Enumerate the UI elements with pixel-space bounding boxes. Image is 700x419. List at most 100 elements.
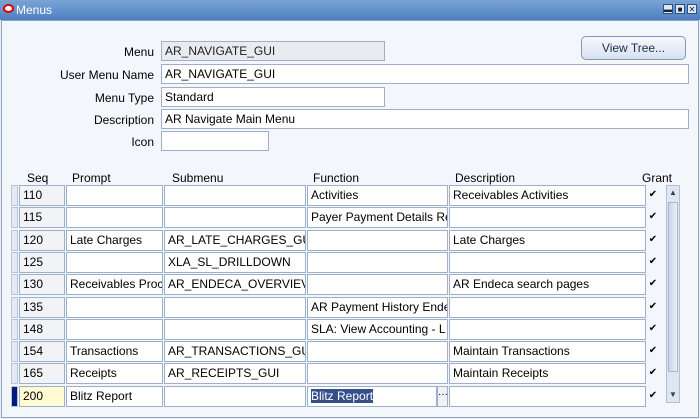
scroll-up-icon[interactable]: ▲ xyxy=(669,189,677,197)
menu-type-field[interactable]: Standard xyxy=(161,87,385,107)
function-cell[interactable] xyxy=(307,252,448,273)
seq-cell[interactable]: 200 xyxy=(19,386,65,407)
function-cell[interactable]: SLA: View Accounting - L xyxy=(307,319,448,340)
menu-field[interactable]: AR_NAVIGATE_GUI xyxy=(161,41,385,61)
icon-field[interactable] xyxy=(161,131,269,151)
prompt-cell[interactable]: Late Charges xyxy=(66,230,163,251)
seq-cell[interactable]: 125 xyxy=(19,252,65,273)
function-cell[interactable] xyxy=(307,230,448,251)
seq-cell[interactable]: 165 xyxy=(19,363,65,384)
seq-cell[interactable]: 135 xyxy=(19,297,65,318)
prompt-cell[interactable]: Blitz Report xyxy=(66,386,163,407)
column-header-function: Function xyxy=(313,171,360,185)
submenu-cell[interactable] xyxy=(164,297,306,318)
submenu-cell[interactable]: XLA_SL_DRILLDOWN xyxy=(164,252,306,273)
view-tree-button[interactable]: View Tree... xyxy=(581,36,686,60)
prompt-cell[interactable] xyxy=(66,207,163,228)
submenu-cell[interactable] xyxy=(164,185,306,206)
row-indicator[interactable] xyxy=(11,297,18,318)
function-cell[interactable] xyxy=(307,341,448,362)
description-cell[interactable] xyxy=(449,207,646,228)
grant-checkbox[interactable]: ✔ xyxy=(648,257,658,267)
row-indicator[interactable] xyxy=(11,252,18,273)
prompt-cell[interactable] xyxy=(66,185,163,206)
description-cell[interactable]: Receivables Activities xyxy=(449,185,646,206)
prompt-cell[interactable]: Receivables Proc xyxy=(66,274,163,295)
function-cell[interactable]: Payer Payment Details Re xyxy=(307,207,448,228)
prompt-cell[interactable]: Receipts xyxy=(66,363,163,384)
function-cell[interactable] xyxy=(307,274,448,295)
scroll-down-icon[interactable]: ▼ xyxy=(669,391,677,399)
prompt-cell-text: Blitz Report xyxy=(70,389,133,403)
row-indicator[interactable] xyxy=(11,207,18,228)
close-icon[interactable]: ✕ xyxy=(687,4,697,14)
row-indicator[interactable] xyxy=(11,386,18,407)
function-cell[interactable]: Activities xyxy=(307,185,448,206)
prompt-cell[interactable] xyxy=(66,252,163,273)
grant-checkbox[interactable]: ✔ xyxy=(648,235,658,245)
maximize-icon[interactable]: ■ xyxy=(675,4,685,14)
submenu-cell[interactable] xyxy=(164,207,306,228)
description-cell[interactable] xyxy=(449,252,646,273)
description-cell[interactable] xyxy=(449,297,646,318)
submenu-cell[interactable]: AR_ENDECA_OVERVIEV xyxy=(164,274,306,295)
row-indicator[interactable] xyxy=(11,319,18,340)
grant-checkbox[interactable]: ✔ xyxy=(648,302,658,312)
seq-cell[interactable]: 120 xyxy=(19,230,65,251)
description-cell-text: Late Charges xyxy=(453,233,526,247)
row-indicator[interactable] xyxy=(11,341,18,362)
grant-checkbox[interactable]: ✔ xyxy=(648,324,658,334)
column-header-description: Description xyxy=(455,171,516,185)
function-cell[interactable]: AR Payment History Ende xyxy=(307,297,448,318)
description-cell[interactable]: AR Endeca search pages xyxy=(449,274,646,295)
grant-checkbox[interactable]: ✔ xyxy=(648,279,658,289)
prompt-cell-text: Receivables Proc xyxy=(70,277,163,291)
oracle-logo-icon xyxy=(3,4,14,13)
row-indicator[interactable] xyxy=(11,363,18,384)
prompt-cell-text: Late Charges xyxy=(70,233,143,247)
submenu-cell[interactable]: AR_TRANSACTIONS_GU xyxy=(164,341,306,362)
prompt-cell[interactable] xyxy=(66,297,163,318)
row-indicator[interactable] xyxy=(11,230,18,251)
submenu-cell[interactable]: AR_LATE_CHARGES_GU xyxy=(164,230,306,251)
grant-checkbox[interactable]: ✔ xyxy=(648,346,658,356)
grant-checkbox[interactable]: ✔ xyxy=(648,212,658,222)
prompt-cell[interactable]: Transactions xyxy=(66,341,163,362)
prompt-cell-text: Receipts xyxy=(70,366,117,380)
grant-checkbox[interactable]: ✔ xyxy=(648,391,658,401)
scroll-thumb[interactable] xyxy=(668,202,678,372)
seq-cell[interactable]: 110 xyxy=(19,185,65,206)
description-cell[interactable]: Maintain Transactions xyxy=(449,341,646,362)
function-cell-text: Blitz Report xyxy=(311,389,374,403)
row-indicator[interactable] xyxy=(11,274,18,295)
seq-cell-text: 200 xyxy=(23,389,44,403)
row-indicator[interactable] xyxy=(11,185,18,206)
seq-cell[interactable]: 130 xyxy=(19,274,65,295)
seq-cell-text: 154 xyxy=(23,344,44,358)
user-menu-name-field[interactable]: AR_NAVIGATE_GUI xyxy=(161,64,689,84)
submenu-cell[interactable] xyxy=(164,319,306,340)
menu-label: Menu xyxy=(123,45,154,59)
grant-checkbox[interactable]: ✔ xyxy=(648,368,658,378)
table-scrollbar[interactable]: ▲ ▼ xyxy=(666,185,680,403)
description-cell[interactable] xyxy=(449,386,646,407)
function-cell[interactable] xyxy=(307,363,448,384)
seq-cell[interactable]: 154 xyxy=(19,341,65,362)
function-cell[interactable]: Blitz Report xyxy=(307,386,437,407)
submenu-cell[interactable] xyxy=(164,386,306,407)
minimize-icon[interactable]: ▬ xyxy=(663,4,673,14)
submenu-cell[interactable]: AR_RECEIPTS_GUI xyxy=(164,363,306,384)
grant-checkbox[interactable]: ✔ xyxy=(648,190,658,200)
list-of-values-icon[interactable]: ··· xyxy=(437,386,448,407)
seq-cell-text: 165 xyxy=(23,366,44,380)
function-cell-text: Payer Payment Details Re xyxy=(311,210,448,224)
description-cell[interactable]: Late Charges xyxy=(449,230,646,251)
description-cell[interactable] xyxy=(449,319,646,340)
prompt-cell-text: Transactions xyxy=(70,344,139,358)
seq-cell[interactable]: 148 xyxy=(19,319,65,340)
seq-cell[interactable]: 115 xyxy=(19,207,65,228)
column-header-grant: Grant xyxy=(642,171,673,185)
description-cell[interactable]: Maintain Receipts xyxy=(449,363,646,384)
description-field[interactable]: AR Navigate Main Menu xyxy=(161,109,689,129)
prompt-cell[interactable] xyxy=(66,319,163,340)
